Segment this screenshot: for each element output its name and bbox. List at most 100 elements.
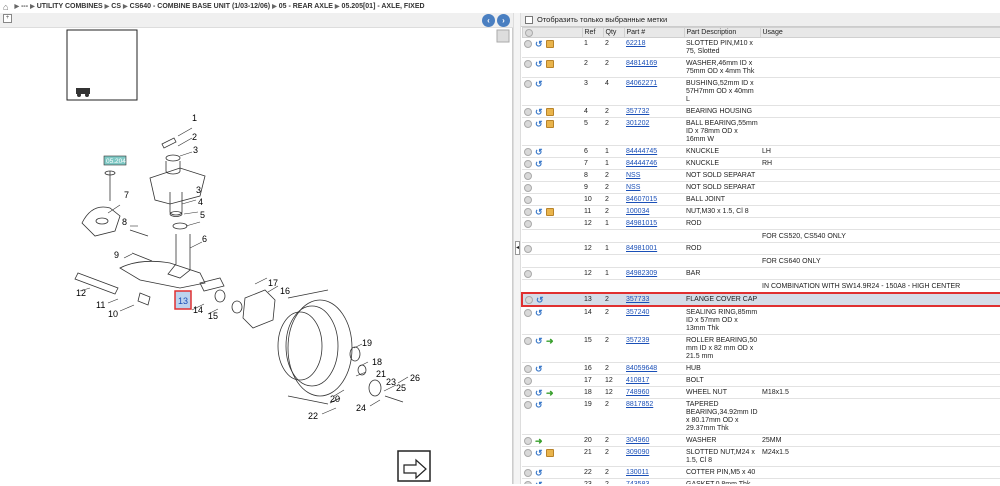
header-ref[interactable]: Ref [581,27,604,38]
table-row[interactable]: ↺ 22 2 130011 COTTER PIN,M5 x 40 [522,466,1000,479]
callout-22[interactable]: 22 [308,411,318,421]
replacement-arrow-icon[interactable]: ↺ [535,337,543,346]
add-to-cart-icon[interactable] [524,337,532,345]
table-row[interactable]: 12 1 84981015 ROD [522,217,1000,230]
add-to-cart-icon[interactable] [524,437,532,445]
add-to-cart-icon[interactable] [524,401,532,409]
part-number-link[interactable]: 84444746 [626,160,657,167]
table-row[interactable]: ↺ 6 1 84444745 KNUCKLE LH [522,145,1000,158]
callout-17[interactable]: 17 [268,278,278,288]
part-number-link[interactable]: 84981001 [626,245,657,252]
replacement-arrow-icon[interactable]: ↺ [535,389,543,398]
part-number-link[interactable]: 357732 [626,108,649,115]
breadcrumb-item[interactable]: CS640 - COMBINE BASE UNIT (1/03-12/06) [130,3,270,10]
package-icon[interactable] [546,120,554,128]
package-icon[interactable] [546,40,554,48]
part-number-link[interactable]: 130011 [626,469,649,476]
breadcrumb-item[interactable]: --- [21,3,28,10]
part-number-link[interactable]: 410817 [626,377,649,384]
table-row[interactable]: ↺ 11 2 100034 NUT,M30 x 1.5, Cl 8 [522,205,1000,218]
header-qty[interactable]: Qty [602,27,625,38]
callout-8[interactable]: 8 [122,217,127,227]
add-to-cart-icon[interactable] [525,296,533,304]
add-to-cart-icon[interactable] [524,184,532,192]
replacement-arrow-icon[interactable]: ↺ [535,120,543,129]
table-row[interactable]: ↺ 5 2 301202 BALL BEARING,55mm ID x 78mm OD … [522,117,1000,146]
show-selected-checkbox[interactable] [525,15,533,24]
part-number-link[interactable]: 84981015 [626,220,657,227]
replacement-arrow-icon[interactable]: ↺ [536,296,544,305]
usage-note-row[interactable]: IN COMBINATION WITH SW14.9R24 - 150A8 - … [522,279,1000,294]
callout-25[interactable]: 25 [396,383,406,393]
breadcrumb-item[interactable]: 05.205[01] - AXLE, FIXED [342,3,425,10]
replacement-arrow-icon[interactable]: ↺ [535,365,543,374]
usage-note-row[interactable]: FOR CS640 ONLY [522,254,1000,268]
add-to-cart-icon[interactable] [524,160,532,168]
callout-23[interactable]: 23 [386,377,396,387]
callout-20[interactable]: 20 [330,394,340,404]
home-icon[interactable]: ⌂ [3,2,8,12]
header-description[interactable]: Part Description [683,27,761,38]
usage-note-row[interactable]: FOR CS520, CS540 ONLY [522,229,1000,243]
add-to-cart-icon[interactable] [524,377,532,385]
callout-24[interactable]: 24 [356,403,366,413]
replacement-arrow-icon[interactable]: ↺ [535,401,543,410]
collapse-handle-icon[interactable]: ◂ [515,241,520,255]
replacement-arrow-icon[interactable]: ↺ [535,449,543,458]
table-row[interactable]: ↺232743583GASKET,0.8mm Thk [522,478,1000,484]
part-number-link[interactable]: 301202 [626,120,649,127]
part-number-link[interactable]: 309090 [626,449,649,456]
table-row[interactable]: ↺ 4 2 357732 BEARING HOUSING [522,105,1000,118]
header-usage[interactable]: Usage [759,27,1000,38]
add-to-cart-icon[interactable] [524,389,532,397]
replacement-arrow-icon[interactable]: ↺ [535,309,543,318]
table-row[interactable]: 8 2 NSS NOT SOLD SEPARAT [522,169,1000,182]
callout-6[interactable]: 6 [202,234,207,244]
table-row[interactable]: 12 1 84981001 ROD [522,242,1000,255]
previous-page-button[interactable]: ‹ [482,14,495,27]
pane-splitter[interactable]: ◂ [513,13,521,484]
table-row[interactable]: 10 2 84607015 BALL JOINT [522,193,1000,206]
table-row[interactable]: ↺ 1 2 62218 SLOTTED PIN,M10 x 75, Slotted [522,37,1000,58]
replacement-arrow-icon[interactable]: ↺ [535,469,543,478]
add-to-cart-icon[interactable] [524,469,532,477]
next-page-button[interactable]: › [497,14,510,27]
replacement-arrow-icon[interactable]: ↺ [535,40,543,49]
callout-16[interactable]: 16 [280,286,290,296]
part-number-link[interactable]: 84062271 [626,80,657,87]
add-to-cart-icon[interactable] [524,208,532,216]
expand-icon[interactable]: + [3,14,12,23]
callout-1[interactable]: 1 [192,113,197,123]
header-part-number[interactable]: Part # [623,27,685,38]
table-row[interactable]: ↺ 19 2 8817852 TAPERED BEARING,34.92mm ID x … [522,398,1000,435]
add-to-cart-icon[interactable] [524,270,532,278]
part-number-link[interactable]: 62218 [626,40,645,47]
replacement-arrow-icon[interactable]: ↺ [535,148,543,157]
callout-9[interactable]: 9 [114,250,119,260]
callout-26[interactable]: 26 [410,373,420,383]
callout-3[interactable]: 3 [193,145,198,155]
breadcrumb-item[interactable]: 05 - REAR AXLE [279,3,333,10]
package-icon[interactable] [546,60,554,68]
callout-11[interactable]: 11 [96,300,105,310]
callout-3b[interactable]: 3 [196,185,201,195]
replacement-arrow-icon[interactable]: ↺ [535,60,543,69]
part-number-link[interactable]: 304960 [626,437,649,444]
alternate-part-icon[interactable]: ➜ [535,437,543,446]
add-to-cart-icon[interactable] [524,148,532,156]
callout-4[interactable]: 4 [198,197,203,207]
table-row[interactable]: 12 1 84982309 BAR [522,267,1000,280]
table-row[interactable]: ↺ 2 2 84814169 WASHER,46mm ID x 75mm OD x 4m… [522,57,1000,78]
callout-2[interactable]: 2 [192,132,197,142]
add-to-cart-icon[interactable] [524,80,532,88]
table-row[interactable]: ↺ ➜ 15 2 357239 ROLLER BEARING,50 mm ID x 82 … [522,334,1000,363]
table-row[interactable]: ↺ 14 2 357240 SEALING RING,85mm ID x 57mm OD… [522,306,1000,335]
callout-13[interactable]: 13 [178,296,188,306]
table-row[interactable]: ↺ 21 2 309090 SLOTTED NUT,M24 x 1.5, Cl 8 M24… [522,446,1000,467]
add-to-cart-icon[interactable] [524,196,532,204]
part-number-link[interactable]: 8817852 [626,401,653,408]
add-to-cart-icon[interactable] [524,245,532,253]
table-row[interactable]: ↺ 3 4 84062271 BUSHING,52mm ID x 57H7mm OD x… [522,77,1000,106]
callout-14[interactable]: 14 [193,305,203,315]
part-number-link[interactable]: 84814169 [626,60,657,67]
